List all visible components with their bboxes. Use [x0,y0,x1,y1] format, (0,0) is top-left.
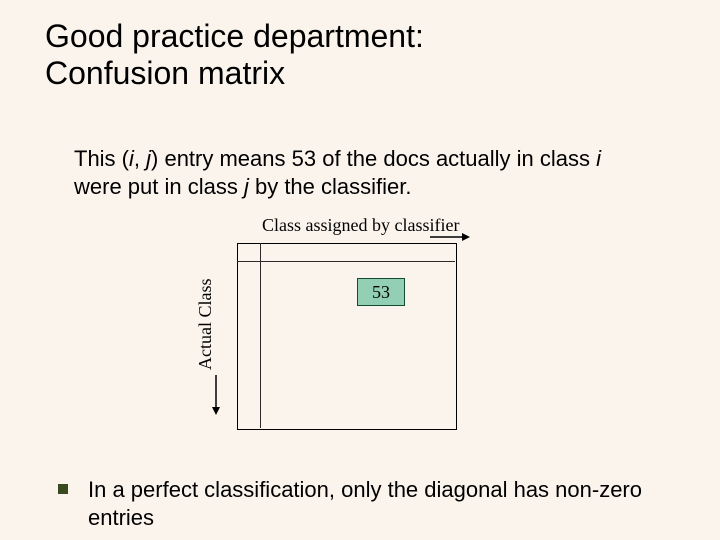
bullet-item: In a perfect classification, only the di… [58,476,688,531]
arrow-down-icon [211,375,221,415]
desc-frag: This ( [74,146,129,171]
axis-label-left: Actual Class [195,279,216,371]
title-line-2: Confusion matrix [45,55,285,91]
slide: Good practice department: Confusion matr… [0,0,720,540]
title-line-1: Good practice department: [45,18,424,54]
matrix-inner-hline [237,261,455,262]
slide-title: Good practice department: Confusion matr… [45,18,424,92]
matrix-cell-highlight: 53 [357,278,405,306]
arrow-right-icon [430,232,470,242]
desc-frag: , [134,146,146,171]
desc-frag: by the classifier. [249,174,412,199]
matrix-cell-value: 53 [372,282,390,303]
description-text: This (i, j) entry means 53 of the docs a… [74,145,634,200]
desc-frag: ) entry means 53 of the docs actually in… [151,146,596,171]
confusion-matrix-box [237,243,457,430]
desc-frag: were put in class [74,174,244,199]
desc-var-i: i [596,146,601,171]
matrix-inner-vline [260,243,261,428]
bullet-square-icon [58,484,68,494]
bullet-text: In a perfect classification, only the di… [88,476,688,531]
